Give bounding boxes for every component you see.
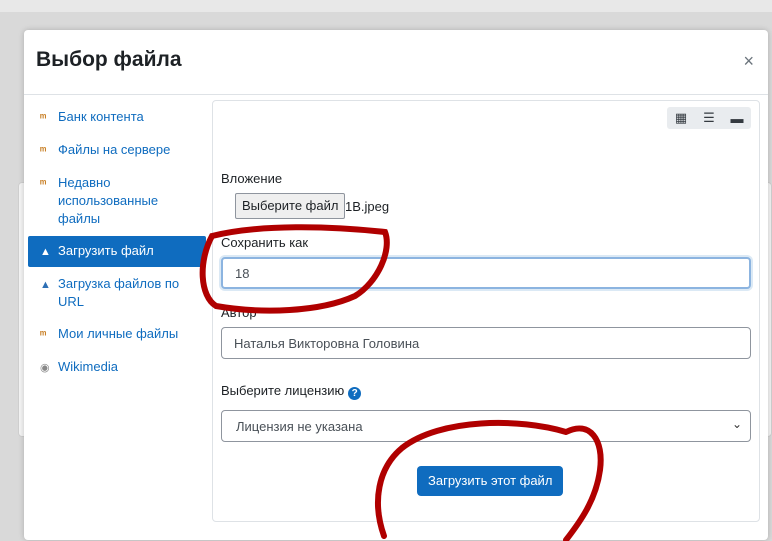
save-as-input[interactable] bbox=[221, 257, 751, 289]
sidebar-item-private-files[interactable]: ᵐ Мои личные файлы bbox=[28, 319, 206, 350]
chevron-down-icon: ⌄ bbox=[731, 417, 742, 431]
license-label-text: Выберите лицензию bbox=[221, 383, 345, 398]
sidebar-item-label: Загрузить файл bbox=[58, 243, 154, 258]
license-select[interactable]: Лицензия не указана ⌄ bbox=[221, 410, 751, 442]
sidebar-item-label: Мои личные файлы bbox=[58, 326, 179, 341]
sidebar-item-label: Банк контента bbox=[58, 109, 144, 124]
upload-icon: ▲ bbox=[40, 246, 51, 258]
moodle-icon: ᵐ bbox=[40, 112, 47, 124]
sidebar-item-url-download[interactable]: ▲ Загрузка файлов по URL bbox=[28, 269, 206, 317]
attachment-label: Вложение bbox=[221, 171, 283, 186]
help-icon[interactable]: ? bbox=[348, 387, 362, 400]
author-label: Автор bbox=[221, 305, 257, 320]
sidebar-item-label: Файлы на сервере bbox=[58, 142, 171, 157]
sidebar-item-label: Загрузка файлов по URL bbox=[58, 276, 180, 309]
repository-sidebar: ᵐ Банк контента ᵐ Файлы на сервере ᵐ Нед… bbox=[28, 102, 206, 385]
choose-file-button[interactable]: Выберите файл bbox=[235, 193, 346, 219]
upload-file-button[interactable]: Загрузить этот файл bbox=[417, 466, 564, 496]
dialog-title: Выбор файла bbox=[36, 48, 182, 71]
selected-file-name: 1B.jpeg bbox=[345, 199, 390, 214]
sidebar-item-label: Недавно использованные файлы bbox=[58, 175, 159, 226]
url-icon: ▲ bbox=[40, 279, 51, 291]
license-label: Выберите лицензию? bbox=[221, 383, 362, 400]
sidebar-item-wikimedia[interactable]: ◉ Wikimedia bbox=[28, 352, 206, 383]
wikimedia-icon: ◉ bbox=[40, 362, 50, 374]
folder-view-icon[interactable]: ▬ bbox=[723, 107, 751, 129]
sidebar-item-label: Wikimedia bbox=[58, 359, 118, 374]
sidebar-item-upload-file[interactable]: ▲ Загрузить файл bbox=[28, 236, 206, 267]
sidebar-item-content-bank[interactable]: ᵐ Банк контента bbox=[28, 102, 206, 133]
sidebar-item-recent-files[interactable]: ᵐ Недавно использованные файлы bbox=[28, 168, 206, 234]
author-input[interactable] bbox=[221, 327, 751, 359]
moodle-icon: ᵐ bbox=[40, 329, 47, 341]
moodle-icon: ᵐ bbox=[40, 178, 47, 190]
sidebar-item-server-files[interactable]: ᵐ Файлы на сервере bbox=[28, 135, 206, 166]
header-divider bbox=[24, 94, 768, 95]
moodle-icon: ᵐ bbox=[40, 145, 47, 157]
close-icon[interactable]: × bbox=[743, 52, 754, 70]
file-picker-dialog: Выбор файла × ᵐ Банк контента ᵐ Файлы на… bbox=[24, 30, 768, 540]
save-as-label: Сохранить как bbox=[221, 235, 309, 250]
upload-panel: ▦ ☰ ▬ Вложение Выберите файл 1B.jpeg Сох… bbox=[212, 100, 760, 522]
view-toolbar: ▦ ☰ ▬ bbox=[667, 107, 751, 129]
license-selected-value: Лицензия не указана bbox=[236, 419, 363, 434]
grid-view-icon[interactable]: ▦ bbox=[667, 107, 695, 129]
background-strip bbox=[0, 0, 772, 12]
list-view-icon[interactable]: ☰ bbox=[695, 107, 723, 129]
